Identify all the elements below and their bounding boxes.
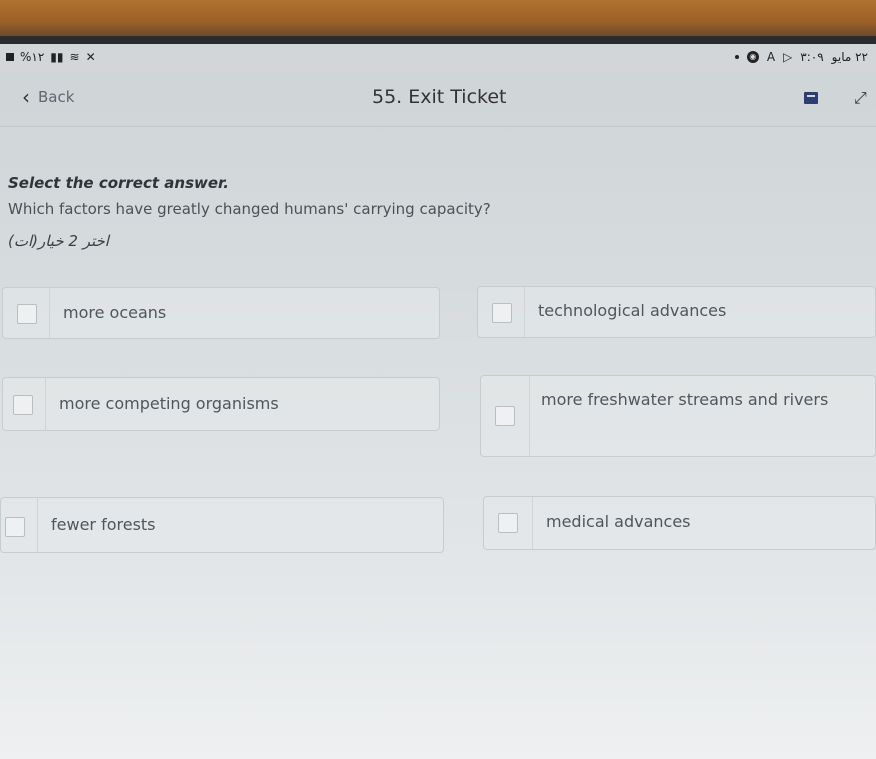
back-label: Back	[38, 88, 75, 106]
option-label: medical advances	[546, 512, 691, 531]
clock-time: ٣:٠٩	[800, 50, 824, 64]
expand-icon[interactable]: ⤢	[854, 88, 867, 108]
wifi-icon: ≋	[69, 50, 80, 64]
app-header: ‹ Back 55. Exit Ticket	[0, 72, 876, 127]
option-label: more freshwater streams and rivers	[541, 390, 829, 409]
divider	[529, 376, 530, 456]
checkbox[interactable]	[492, 303, 512, 323]
screen-edge	[0, 36, 876, 44]
divider	[524, 287, 525, 337]
calculator-icon[interactable]	[804, 92, 818, 104]
option-label: more oceans	[63, 303, 167, 322]
date-label: ٢٢ مايو	[831, 50, 868, 64]
device-bezel	[0, 0, 876, 36]
page-title: 55. Exit Ticket	[372, 86, 507, 108]
question-text: Which factors have greatly changed human…	[8, 200, 491, 218]
answer-option[interactable]: medical advances	[483, 496, 876, 550]
select-count-hint: اختر 2 خيار(ات)	[8, 232, 109, 250]
status-bar: %١٢ ▮▮ ≋ ✕ ◉ A ▷ ٣:٠٩ ٢٢ مايو	[0, 44, 876, 72]
option-label: technological advances	[538, 301, 727, 320]
divider	[45, 378, 46, 430]
battery-level: %١٢	[20, 50, 45, 64]
back-button[interactable]: ‹ Back	[22, 85, 75, 109]
answer-option[interactable]: technological advances	[477, 286, 876, 338]
answer-option[interactable]: more oceans	[2, 287, 440, 339]
checkbox[interactable]	[13, 395, 33, 415]
play-icon: ▷	[783, 50, 793, 64]
checkbox[interactable]	[495, 406, 515, 426]
divider	[37, 498, 38, 552]
instruction-prompt: Select the correct answer.	[8, 174, 229, 192]
divider	[532, 497, 533, 549]
font-icon: A	[766, 50, 776, 64]
notification-dot-icon	[734, 55, 739, 59]
signal-icon: ▮▮	[50, 50, 64, 64]
option-label: fewer forests	[51, 515, 156, 534]
checkbox[interactable]	[498, 513, 518, 533]
answer-option[interactable]: more freshwater streams and rivers	[480, 375, 876, 457]
battery-icon	[6, 53, 14, 61]
divider	[49, 288, 50, 338]
answer-option[interactable]: fewer forests	[0, 497, 444, 553]
checkbox[interactable]	[5, 517, 25, 537]
chevron-left-icon: ‹	[22, 85, 30, 109]
option-label: more competing organisms	[59, 394, 279, 413]
checkbox[interactable]	[17, 304, 37, 324]
answer-option[interactable]: more competing organisms	[2, 377, 440, 431]
mute-icon: ✕	[85, 50, 96, 64]
notification-badge-icon: ◉	[746, 51, 759, 63]
